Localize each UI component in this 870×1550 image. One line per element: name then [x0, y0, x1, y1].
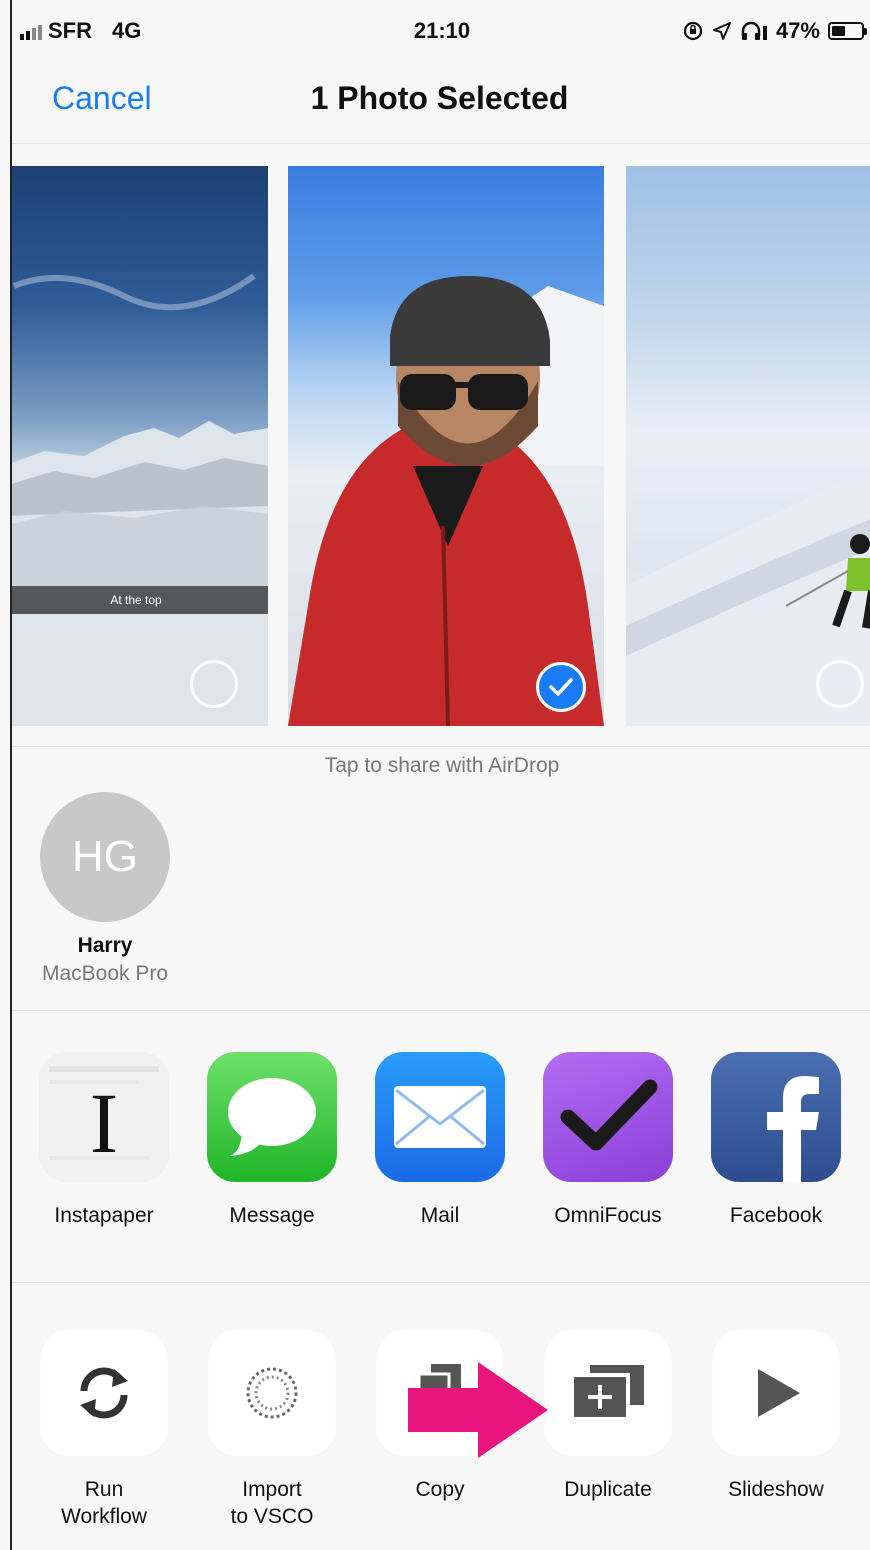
duplicate-icon[interactable]	[545, 1330, 671, 1456]
vsco-icon[interactable]	[209, 1330, 335, 1456]
app-label: Instapaper	[54, 1204, 154, 1227]
action-import-to-vsco[interactable]: Import to VSCO	[188, 1330, 356, 1531]
share-app-mail[interactable]: Mail	[356, 1052, 524, 1229]
action-label: Duplicate	[564, 1478, 652, 1501]
battery-percent: 47%	[775, 18, 820, 43]
action-label: Import to VSCO	[230, 1478, 314, 1529]
action-run-workflow[interactable]: Run Workflow	[20, 1330, 188, 1531]
highlight-arrow-icon	[408, 1362, 548, 1458]
message-icon[interactable]	[207, 1052, 337, 1182]
contact-name: Harry	[77, 934, 133, 957]
app-label: Mail	[420, 1204, 460, 1227]
play-icon[interactable]	[713, 1330, 839, 1456]
airdrop-contact[interactable]: HG Harry MacBook Pro	[30, 792, 180, 986]
contact-device: MacBook Pro	[41, 962, 169, 985]
selfie-image	[288, 276, 604, 726]
selected-check-icon[interactable]	[536, 662, 586, 712]
battery-fill	[832, 26, 846, 36]
navigation-bar: Cancel 1 Photo Selected	[12, 58, 870, 144]
photo-thumbnail[interactable]	[626, 166, 870, 726]
avatar[interactable]: HG	[40, 792, 170, 922]
share-app-instapaper[interactable]: I Instapaper	[20, 1052, 188, 1229]
app-label: Message	[229, 1204, 315, 1227]
status-right: 47%	[682, 18, 867, 44]
action-label: Slideshow	[728, 1478, 824, 1501]
share-app-message[interactable]: Message	[188, 1052, 356, 1229]
airdrop-hint: Tap to share with AirDrop	[324, 754, 560, 777]
action-label: Copy	[415, 1478, 465, 1501]
divider	[12, 746, 870, 747]
location-icon	[712, 22, 731, 40]
headphones-icon	[741, 21, 767, 40]
screen-lock-icon	[683, 21, 703, 41]
refresh-icon[interactable]	[41, 1330, 167, 1456]
mountain-scene-image	[12, 273, 268, 726]
mail-icon[interactable]	[375, 1052, 505, 1182]
status-bar: SFR 4G 21:10 47%	[12, 0, 870, 58]
divider	[12, 1010, 870, 1011]
photo-caption: At the top	[12, 586, 268, 614]
app-label: OmniFocus	[554, 1204, 662, 1227]
selection-circle[interactable]	[816, 660, 864, 708]
page-title: 1 Photo Selected	[310, 80, 569, 116]
selection-circle[interactable]	[190, 660, 238, 708]
photo-thumbnail[interactable]: At the top	[12, 166, 268, 726]
battery-icon	[828, 22, 867, 40]
svg-text:I: I	[90, 1075, 119, 1171]
instapaper-icon[interactable]: I	[39, 1052, 169, 1182]
share-sheet-screen: SFR 4G 21:10 47% Cancel 1 Photo Selected…	[10, 0, 870, 1550]
share-app-omnifocus[interactable]: OmniFocus	[524, 1052, 692, 1229]
action-label: Run Workflow	[61, 1478, 147, 1529]
action-slideshow[interactable]: Slideshow	[692, 1330, 860, 1503]
omnifocus-icon[interactable]	[543, 1052, 673, 1182]
facebook-icon[interactable]	[711, 1052, 841, 1182]
divider	[12, 1282, 870, 1283]
action-duplicate[interactable]: Duplicate	[524, 1330, 692, 1503]
photo-strip: At the top	[12, 166, 870, 726]
skier-scene-image	[626, 469, 870, 726]
app-label: Facebook	[729, 1204, 823, 1227]
photo-thumbnail-selected[interactable]	[288, 166, 604, 726]
share-app-facebook[interactable]: Facebook	[692, 1052, 860, 1229]
